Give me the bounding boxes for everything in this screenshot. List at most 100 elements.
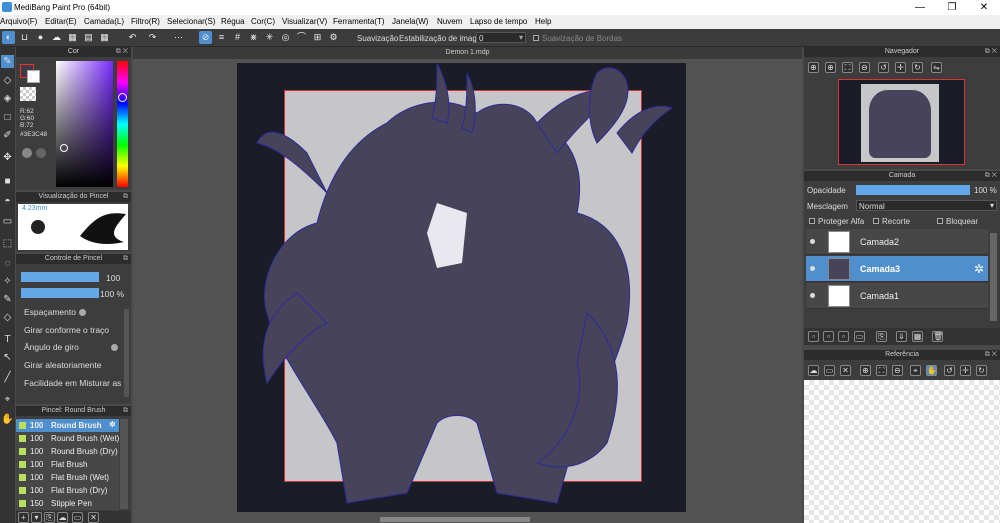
brush-control-scrollbar[interactable] <box>124 309 129 397</box>
flip-icon[interactable]: ⇋ <box>931 62 942 73</box>
blend-select[interactable]: Normal ▾ <box>856 200 997 211</box>
grid2-icon[interactable]: ▦ <box>98 31 111 44</box>
eyedropper-icon[interactable]: ⌖ <box>910 365 921 376</box>
menu-visualizar[interactable]: Visualizar(V) <box>282 17 327 26</box>
brush-item[interactable]: 100 Round Brush (Dry) <box>16 445 119 458</box>
brush-item[interactable]: 100 Flat Brush (Dry) <box>16 484 119 497</box>
fill-rect-tool-icon[interactable]: ■ <box>1 175 14 188</box>
new-layer-8bit-icon[interactable]: ▫ <box>823 331 834 342</box>
vanishing-snap-icon[interactable]: ⋇ <box>247 31 260 44</box>
curve-snap-icon[interactable]: ⌒ <box>295 31 308 44</box>
eyedropper-tool-icon[interactable]: ⌖ <box>1 393 14 406</box>
eye-icon[interactable] <box>810 266 815 271</box>
grid-icon[interactable]: ▤ <box>82 31 95 44</box>
brush-item[interactable]: 100 Flat Brush <box>16 458 119 471</box>
gear-icon[interactable]: ✲ <box>109 420 116 429</box>
menu-ferramenta[interactable]: Ferramenta(T) <box>333 17 385 26</box>
shape-tool-icon[interactable]: □ <box>1 111 14 124</box>
divide-tool-icon[interactable]: ╱ <box>1 371 14 384</box>
snap-off-icon[interactable]: ⊘ <box>199 31 212 44</box>
secondary-color-swatch[interactable] <box>27 70 40 83</box>
zoom-in-small-icon[interactable]: ⊕ <box>825 62 836 73</box>
stabilization-select[interactable]: 0 ▾ <box>476 32 526 43</box>
parallel-snap-icon[interactable]: ≡ <box>215 31 228 44</box>
rotate-right-icon[interactable]: ↻ <box>912 62 923 73</box>
panel-float-icon[interactable]: ⧉ ✕ <box>985 350 997 360</box>
undo-icon[interactable]: ↶ <box>126 31 139 44</box>
move-tool-icon[interactable]: ✥ <box>1 151 14 164</box>
lasso-tool-icon[interactable]: ◌ <box>1 257 14 270</box>
fit-icon[interactable]: ⛶ <box>842 62 853 73</box>
eraser-tool-icon[interactable]: ◇ <box>1 74 14 87</box>
brush-list-scrollbar[interactable] <box>120 419 128 509</box>
maximize-button[interactable]: ❐ <box>937 0 967 15</box>
navigator-thumbnail[interactable] <box>838 79 965 165</box>
angle-slider-handle[interactable] <box>111 344 118 351</box>
new-folder-icon[interactable]: ▭ <box>854 331 865 342</box>
protect-alpha-checkbox[interactable] <box>809 218 815 224</box>
deselect-icon[interactable]: ⋯ <box>172 31 185 44</box>
cross-snap-icon[interactable]: # <box>231 31 244 44</box>
menu-regua[interactable]: Régua <box>221 17 245 26</box>
gear-icon[interactable]: ✲ <box>974 262 984 276</box>
menu-nuvem[interactable]: Nuvem <box>437 17 462 26</box>
cloud-brush-icon[interactable]: ☁ <box>57 512 68 523</box>
transparent-swatch[interactable] <box>20 87 36 101</box>
palette-icon[interactable] <box>22 148 32 158</box>
text-tool-icon[interactable]: T <box>1 333 14 346</box>
redo-icon[interactable]: ↷ <box>146 31 159 44</box>
menu-filtro[interactable]: Filtro(R) <box>131 17 160 26</box>
zoom-out-icon[interactable]: ⊖ <box>892 365 903 376</box>
brush-item[interactable]: 100 Round Brush (Wet) <box>16 432 119 445</box>
select-eraser-tool-icon[interactable]: ◇ <box>1 311 14 324</box>
merge-layer-icon[interactable]: ⇓ <box>896 331 907 342</box>
saturation-value-picker[interactable] <box>56 61 113 187</box>
zoom-out-icon[interactable]: ⊖ <box>859 62 870 73</box>
menu-lapso[interactable]: Lapso de tempo <box>470 17 527 26</box>
rotate-left-icon[interactable]: ↺ <box>944 365 955 376</box>
lock-checkbox[interactable] <box>937 218 943 224</box>
fit-icon[interactable]: ⛶ <box>876 365 887 376</box>
brush-tool-icon[interactable]: ✎ <box>1 55 14 68</box>
comment-icon[interactable]: ● <box>34 31 47 44</box>
rotate-left-icon[interactable]: ↺ <box>878 62 889 73</box>
rotate-right-icon[interactable]: ↻ <box>976 365 987 376</box>
minimize-button[interactable]: — <box>905 0 935 15</box>
brush-item[interactable]: 100 Flat Brush (Wet) <box>16 471 119 484</box>
copy-brush-icon[interactable]: ⎘ <box>44 512 55 523</box>
clip-checkbox[interactable] <box>873 218 879 224</box>
radial-snap-icon[interactable]: ✳ <box>263 31 276 44</box>
actual-size-icon[interactable]: ✛ <box>960 365 971 376</box>
select-pen-tool-icon[interactable]: ✎ <box>1 293 14 306</box>
new-layer-icon[interactable]: ▫ <box>808 331 819 342</box>
new-layer-1bit-icon[interactable]: ▫ <box>838 331 849 342</box>
reference-area[interactable] <box>804 380 1000 523</box>
clear-layer-icon[interactable]: ▦ <box>912 331 923 342</box>
eye-icon[interactable] <box>810 239 815 244</box>
eye-icon[interactable] <box>810 293 815 298</box>
folder-icon[interactable]: ▭ <box>72 512 83 523</box>
close-button[interactable]: ✕ <box>969 0 999 15</box>
menu-arquivo[interactable]: Arquivo(F) <box>0 17 37 26</box>
hue-slider[interactable] <box>117 61 128 187</box>
duplicate-layer-icon[interactable]: ⎘ <box>876 331 887 342</box>
cloud-ref-icon[interactable]: ☁ <box>808 365 819 376</box>
actual-size-icon[interactable]: ✛ <box>895 62 906 73</box>
operation-tool-icon[interactable]: ↖ <box>1 351 14 364</box>
menu-cor[interactable]: Cor(C) <box>251 17 275 26</box>
panel-float-icon[interactable]: ⧉ ✕ <box>985 171 997 181</box>
gradient-tool-icon[interactable]: ▭ <box>1 215 14 228</box>
open-folder-icon[interactable]: ▭ <box>824 365 835 376</box>
menu-help[interactable]: Help <box>535 17 551 26</box>
panel-close-icon[interactable]: ⧉ ✕ <box>116 47 128 57</box>
layer-item-camada3[interactable]: Camada3 ✲ <box>806 256 988 282</box>
hand-icon[interactable]: ✋ <box>926 365 937 376</box>
menu-editar[interactable]: Editar(E) <box>45 17 77 26</box>
brush-item-round-brush[interactable]: 100 Round Brush ✲ <box>16 419 119 432</box>
layer-item-camada2[interactable]: Camada2 <box>806 229 988 255</box>
zoom-in-icon[interactable]: ⊕ <box>808 62 819 73</box>
layer-item-camada1[interactable]: Camada1 <box>806 283 988 309</box>
snap-icon[interactable]: ▦ <box>66 31 79 44</box>
canvas-h-scrollbar[interactable] <box>380 517 530 522</box>
document-tab[interactable]: Demon 1.mdp <box>133 47 802 59</box>
